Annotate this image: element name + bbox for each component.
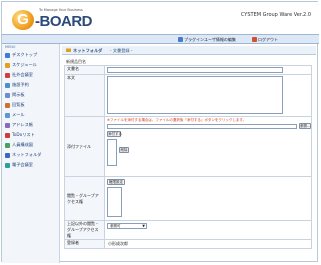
- sidebar-item-label: スケジュール: [12, 62, 37, 67]
- body-textarea[interactable]: [107, 76, 283, 114]
- folder-icon: [66, 48, 71, 53]
- sidebar-menu: デスクトップ スケジュール 社外会議室 施設予約 掲示板 回覧板 メール アドレ…: [5, 50, 41, 170]
- logout-link[interactable]: ログアウト: [252, 37, 278, 43]
- sidebar-item-conference[interactable]: 電子会議室: [5, 160, 41, 170]
- breadcrumb: ネットフォルダ - 文書登録 -: [62, 46, 316, 55]
- preferences-link[interactable]: プラグインユーザ情報の編集: [178, 37, 236, 43]
- document-form: 文書名 本文 添付ファイル ※ファイルを添付する場合は、ファイルの選択後「添付す…: [64, 65, 312, 249]
- body-label: 本文: [64, 74, 105, 117]
- attached-files-list[interactable]: [107, 139, 117, 166]
- sidebar-item-todo[interactable]: ToDoリスト: [5, 130, 41, 140]
- sidebar-item-meeting-room[interactable]: 社外会議室: [5, 70, 41, 80]
- version-label: CYSTEM Group Ware Ver.2.0: [240, 12, 311, 18]
- sidebar-item-label: 掲示板: [12, 92, 25, 97]
- logout-label: ログアウト: [258, 37, 278, 42]
- upper-access-label: 上記以外の閲覧・グループアクセス権: [64, 220, 105, 240]
- sidebar-item-label: 電子会議室: [12, 162, 33, 167]
- sidebar-item-mail[interactable]: メール: [5, 110, 41, 120]
- logo-tagline: To Manage Your Business: [39, 8, 83, 12]
- logout-icon: [252, 37, 257, 42]
- upper-access-select[interactable]: 参照可 ▼: [107, 223, 147, 229]
- sidebar-item-label: デスクトップ: [12, 52, 38, 57]
- meeting-icon: [5, 72, 10, 78]
- sidebar-title: MENU: [5, 45, 16, 49]
- remove-button[interactable]: 削除: [119, 147, 129, 153]
- sidebar: MENU デスクトップ スケジュール 社外会議室 施設予約 掲示板 回覧板 メー…: [2, 44, 60, 263]
- main-content: ネットフォルダ - 文書登録 - 新規品目名 文書名 本文 添付ファイル ※ファ…: [60, 44, 319, 263]
- circular-icon: [5, 102, 10, 108]
- file-path-input[interactable]: [107, 124, 297, 129]
- header: To Manage Your Business G -BOARD CYSTEM …: [2, 2, 319, 34]
- registrant-label: 登録者: [64, 239, 105, 249]
- org-chart-icon: [5, 142, 10, 148]
- sidebar-item-schedule[interactable]: スケジュール: [5, 60, 41, 70]
- sidebar-item-label: メール: [12, 112, 25, 117]
- access-list[interactable]: [107, 187, 122, 217]
- sidebar-item-label: 社外会議室: [12, 72, 33, 77]
- sidebar-item-label: 施設予約: [12, 82, 29, 87]
- app-window: To Manage Your Business G -BOARD CYSTEM …: [1, 1, 319, 263]
- logo-name: -BOARD: [35, 13, 93, 30]
- sidebar-item-label: アドレス帳: [12, 122, 33, 127]
- conference-icon: [5, 162, 10, 168]
- browse-button[interactable]: 参照...: [299, 123, 311, 129]
- mail-icon: [5, 112, 10, 118]
- attach-button[interactable]: 添付する: [107, 131, 122, 137]
- sidebar-item-org-chart[interactable]: 人員構成図: [5, 140, 41, 150]
- desktop-icon: [5, 52, 10, 58]
- registrant-value: 小形成次郎: [108, 241, 128, 246]
- bulletin-icon: [5, 92, 10, 98]
- access-label: 閲覧・グループアクセス権: [64, 176, 105, 221]
- sidebar-item-circular[interactable]: 回覧板: [5, 100, 41, 110]
- sidebar-item-label: 人員構成図: [12, 142, 33, 147]
- top-navbar: プラグインユーザ情報の編集 ログアウト: [2, 34, 319, 44]
- access-settings-button[interactable]: 権限設定: [107, 179, 125, 185]
- title-input[interactable]: [107, 67, 283, 73]
- title-label: 文書名: [64, 65, 105, 75]
- chevron-down-icon: ▼: [142, 224, 145, 228]
- sidebar-item-label: ToDoリスト: [12, 132, 35, 137]
- user-settings-icon: [178, 37, 183, 42]
- schedule-icon: [5, 62, 10, 68]
- folder-icon: [5, 152, 10, 158]
- sidebar-item-facility[interactable]: 施設予約: [5, 80, 41, 90]
- address-book-icon: [5, 122, 10, 128]
- upper-access-select-value: 参照可: [110, 224, 121, 228]
- logo-g-icon: G: [12, 10, 34, 30]
- breadcrumb-current[interactable]: ネットフォルダ: [73, 48, 102, 54]
- sidebar-item-label: ネットフォルダ: [12, 152, 42, 157]
- sidebar-item-desktop[interactable]: デスクトップ: [5, 50, 41, 60]
- facility-icon: [5, 82, 10, 88]
- sidebar-item-bulletin[interactable]: 掲示板: [5, 90, 41, 100]
- sidebar-item-net-folder[interactable]: ネットフォルダ: [5, 150, 41, 160]
- gboard-logo[interactable]: To Manage Your Business G -BOARD: [12, 8, 93, 30]
- file-notice: ※ファイルを添付する場合は、ファイルの選択後「添付する」ボタンをクリックします。: [107, 118, 247, 122]
- preferences-label: プラグインユーザ情報の編集: [184, 37, 236, 42]
- file-label: 添付ファイル: [64, 116, 105, 177]
- sidebar-item-label: 回覧板: [12, 102, 25, 107]
- sidebar-item-address-book[interactable]: アドレス帳: [5, 120, 41, 130]
- todo-icon: [5, 132, 10, 138]
- breadcrumb-sub: - 文書登録 -: [110, 48, 133, 53]
